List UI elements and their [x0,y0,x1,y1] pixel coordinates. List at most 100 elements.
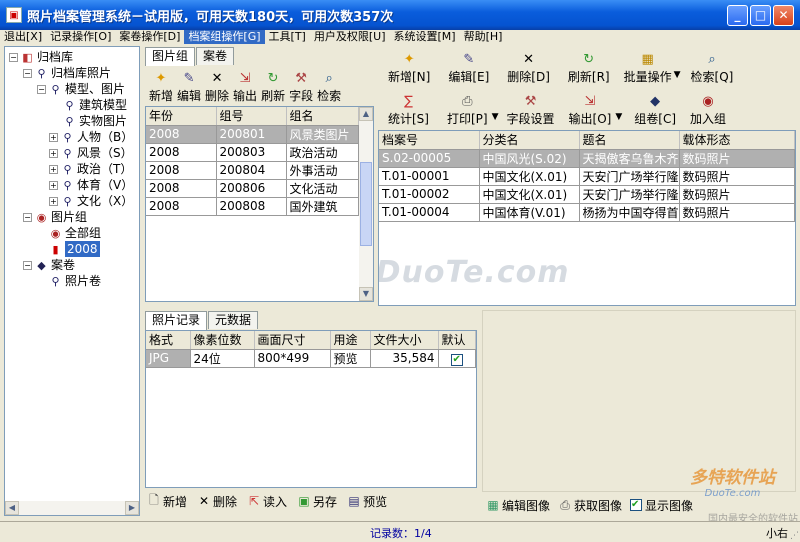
column-header-archive-no[interactable]: 档案号 [379,131,480,150]
column-header-title[interactable]: 题名 [579,131,680,150]
expand-icon[interactable]: + [49,196,58,206]
menu-users[interactable]: 用户及权限[U] [310,30,390,44]
scroll-up-icon[interactable]: ▲ [359,107,373,121]
photo-import-button[interactable]: ⇱ 读入 [247,493,287,510]
dropdown-arrow-icon[interactable]: ▼ [615,112,622,122]
field-settings-button[interactable]: ⚒ 字段设置 [507,94,555,127]
scroll-thumb[interactable] [360,162,372,246]
scroll-right-icon[interactable]: ▶ [125,501,139,515]
column-header-year[interactable]: 年份 [146,107,217,126]
expand-icon[interactable]: + [49,164,58,174]
scroll-down-icon[interactable]: ▼ [359,287,373,301]
column-header-default[interactable]: 默认 [438,331,476,350]
table-row[interactable]: 2008 200801 风景类图片 [146,125,359,144]
column-header-format[interactable]: 格式 [146,331,191,350]
resize-grip-icon[interactable]: ⋰ [790,531,799,541]
dropdown-arrow-icon[interactable]: ▼ [492,112,499,122]
add-to-group-button[interactable]: ◉ 加入组 [690,94,726,127]
record-export-button[interactable]: ⇲ 输出[O] [569,94,612,127]
table-row[interactable]: 2008 200808 国外建筑 [146,197,359,216]
tree-node-object-photos[interactable]: ⚲ 实物图片 [63,113,127,129]
group-edit-button[interactable]: ✎ 编辑 [177,71,201,104]
group-table-scrollbar[interactable]: ▲ ▼ [359,107,373,301]
table-row[interactable]: T.01-00001 中国文化(X.01) 天安门广场举行隆 数码照片 [379,167,795,186]
menu-volume[interactable]: 案卷操作[D] [115,30,184,44]
tab-photo-group[interactable]: 图片组 [145,47,196,66]
group-add-button[interactable]: ✦ 新增 [149,71,173,104]
group-delete-button[interactable]: ✕ 删除 [205,71,229,104]
close-button[interactable]: ✕ [773,4,794,26]
table-row[interactable]: 2008 200803 政治活动 [146,143,359,162]
record-add-button[interactable]: ✦ 新增[N] [388,52,430,85]
column-header-bit-depth[interactable]: 像素位数 [190,331,255,350]
tree-horizontal-scrollbar[interactable]: ◀ ▶ [5,501,139,515]
record-edit-button[interactable]: ✎ 编辑[E] [448,52,489,85]
acquire-image-button[interactable]: ⎙ 获取图像 [558,497,622,514]
collapse-icon[interactable]: − [9,52,18,62]
minimize-button[interactable]: _ [727,4,748,26]
tree-node-person[interactable]: + ⚲ 人物（B） [49,129,133,145]
tab-photo-records[interactable]: 照片记录 [145,311,208,330]
tree-node-building-model[interactable]: ⚲ 建筑模型 [63,97,127,113]
compose-volume-button[interactable]: ◆ 组卷[C] [634,94,676,127]
print-button[interactable]: ⎙ 打印[P] [447,94,488,127]
column-header-category[interactable]: 分类名 [479,131,580,150]
column-header-file-size[interactable]: 文件大小 [370,331,439,350]
table-row[interactable]: 2008 200804 外事活动 [146,161,359,180]
menu-record[interactable]: 记录操作[O] [46,30,115,44]
tab-metadata[interactable]: 元数据 [208,311,259,329]
collapse-icon[interactable]: − [37,84,46,94]
table-row[interactable]: 2008 200806 文化活动 [146,179,359,198]
tree-node-all-groups[interactable]: ◉ 全部组 [49,225,101,241]
column-header-dimensions[interactable]: 画面尺寸 [254,331,331,350]
collapse-icon[interactable]: − [23,212,32,222]
table-row[interactable]: S.02-00005 中国风光(S.02) 天揭傲客乌鲁木齐 数码照片 [379,149,795,168]
menu-settings[interactable]: 系统设置[M] [390,30,460,44]
record-delete-button[interactable]: ✕ 删除[D] [507,52,550,85]
group-export-button[interactable]: ⇲ 输出 [233,71,257,104]
group-search-button[interactable]: ⌕ 检索 [317,71,341,104]
collapse-icon[interactable]: − [23,260,32,270]
record-search-button[interactable]: ⌕ 检索[Q] [691,52,734,85]
menu-help[interactable]: 帮助[H] [460,30,507,44]
maximize-button[interactable]: □ [750,4,771,26]
menu-exit[interactable]: 退出[X] [0,30,46,44]
column-header-group-name[interactable]: 组名 [286,107,359,126]
statistics-button[interactable]: ∑ 统计[S] [388,94,429,127]
expand-icon[interactable]: + [49,180,58,190]
menu-tools[interactable]: 工具[T] [265,30,310,44]
table-row[interactable]: T.01-00004 中国体育(V.01) 杨扬为中国夺得首 数码照片 [379,203,795,222]
photo-save-as-button[interactable]: ▣ 另存 [297,493,337,510]
edit-image-button[interactable]: ▦ 编辑图像 [486,497,550,514]
expand-icon[interactable]: + [49,132,58,142]
tree-node-group-2008[interactable]: ▮ 2008 [49,241,100,257]
tree-node-photo-group[interactable]: − ◉ 图片组 [23,209,87,225]
scroll-left-icon[interactable]: ◀ [5,501,19,515]
group-refresh-button[interactable]: ↻ 刷新 [261,71,285,104]
group-fields-button[interactable]: ⚒ 字段 [289,71,313,104]
table-row[interactable]: JPG 24位 800*499 预览 35,584 ✔ [146,349,476,368]
column-header-usage[interactable]: 用途 [330,331,371,350]
menu-group[interactable]: 档案组操作[G] [184,30,265,44]
tree-node-culture[interactable]: + ⚲ 文化（X） [49,193,133,209]
dropdown-arrow-icon[interactable]: ▼ [674,70,681,80]
batch-operation-button[interactable]: ▦ 批量操作 [624,52,672,85]
tree-node-scenery[interactable]: + ⚲ 风景（S） [49,145,133,161]
show-image-toggle[interactable]: ✔ 显示图像 [630,497,693,514]
tree-node-archive-photos[interactable]: − ⚲ 归档库照片 [23,65,111,81]
tree-node-volume[interactable]: − ◆ 案卷 [23,257,75,273]
tree-node-model-photos[interactable]: − ⚲ 模型、图片 [37,81,125,97]
tab-volume[interactable]: 案卷 [196,47,235,65]
show-image-checkbox[interactable]: ✔ [630,499,643,511]
default-checkbox[interactable]: ✔ [450,353,463,366]
tree-node-root[interactable]: − ◧ 归档库 [9,49,73,65]
photo-delete-button[interactable]: ✕ 删除 [197,493,237,510]
table-row[interactable]: T.01-00002 中国文化(X.01) 天安门广场举行隆 数码照片 [379,185,795,204]
tree-node-photo-volume[interactable]: ⚲ 照片卷 [49,273,101,289]
expand-icon[interactable]: + [49,148,58,158]
record-refresh-button[interactable]: ↻ 刷新[R] [568,52,610,85]
photo-add-button[interactable]: 🗋 新增 [147,491,187,512]
collapse-icon[interactable]: − [23,68,32,78]
tree-node-politics[interactable]: + ⚲ 政治（T） [49,161,132,177]
photo-preview-button[interactable]: ▤ 预览 [347,493,387,510]
